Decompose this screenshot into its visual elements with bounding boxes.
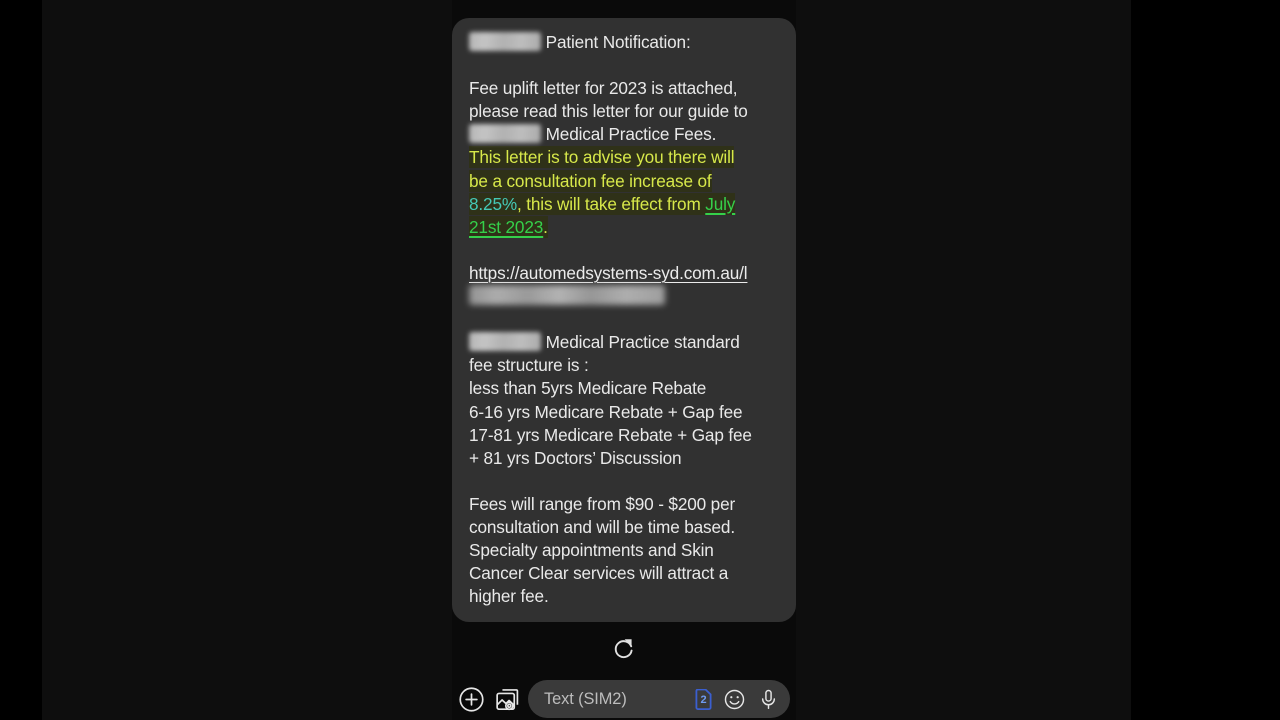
message-input-placeholder[interactable]: Text (SIM2) <box>544 690 685 709</box>
microphone-icon[interactable] <box>756 687 780 711</box>
fee-row: 17-81 yrs Medicare Rebate + Gap fee <box>469 424 752 445</box>
letterbox-bar-left <box>0 0 42 720</box>
emoji-smiley-icon[interactable] <box>722 687 746 711</box>
plus-circle-icon[interactable] <box>456 684 486 714</box>
phone-screen: Patient Notification: Fee uplift letter … <box>452 0 796 720</box>
header-text: Patient Notification: <box>545 32 691 52</box>
redacted-practice-name-block <box>469 124 541 144</box>
retry-row <box>452 636 796 660</box>
highlight-line1: This letter is to advise you there will <box>469 147 735 168</box>
highlighted-notice: This letter is to advise you there will <box>469 146 779 169</box>
fee-row: less than 5yrs Medicare Rebate <box>469 378 707 399</box>
message-input-pill[interactable]: Text (SIM2) 2 <box>528 680 790 718</box>
link-line-redacted <box>469 285 779 308</box>
para1-line3: Medical Practice Fees. <box>469 123 779 146</box>
refresh-retry-icon[interactable] <box>612 636 636 660</box>
highlight-period: . <box>543 216 548 237</box>
sim-card-icon[interactable]: 2 <box>695 688 712 710</box>
para3-line1: Fees will range from $90 - $200 per <box>469 493 736 514</box>
para3-line2: consultation and will be time based. <box>469 516 735 537</box>
fee-row: 6-16 yrs Medicare Rebate + Gap fee <box>469 401 743 422</box>
link-line[interactable]: https://automedsystems-syd.com.au/l <box>469 262 779 285</box>
image-camera-icon[interactable] <box>492 684 522 714</box>
composer-bar: Text (SIM2) 2 <box>452 678 796 720</box>
fee-row: + 81 yrs Doctors’ Discussion <box>469 447 682 468</box>
highlight-line3-mid: , this will take effect from <box>516 193 706 214</box>
para3-line4: Cancer Clear services will attract a <box>469 563 729 584</box>
redacted-practice-name-block <box>469 332 541 352</box>
para3-line3: Specialty appointments and Skin <box>469 540 714 561</box>
para1-line1: Fee uplift letter for 2023 is attached, <box>469 78 738 99</box>
fee-increase-percent: 8.25% <box>469 193 517 214</box>
letterbox-bar-right <box>1131 0 1280 720</box>
message-bubble[interactable]: Patient Notification: Fee uplift letter … <box>452 18 796 623</box>
fee-intro-line1: Medical Practice standard <box>469 331 779 354</box>
highlight-line2: be a consultation fee increase of <box>469 170 712 191</box>
para1-line2: please read this letter for our guide to <box>469 101 748 122</box>
effective-date-part1: July <box>705 193 736 214</box>
redacted-url-path-block <box>469 285 665 306</box>
bubble-header-line: Patient Notification: <box>469 31 779 54</box>
fee-intro-text: Medical Practice standard <box>545 332 740 353</box>
screenshot-stage: Patient Notification: Fee uplift letter … <box>0 0 1280 720</box>
effective-date-part2: 21st 2023 <box>469 216 544 237</box>
message-link[interactable]: https://automedsystems-syd.com.au/l <box>469 263 748 283</box>
para1-line3-text: Medical Practice Fees. <box>545 124 717 145</box>
redacted-practice-name-block <box>469 32 541 51</box>
para3-line5: higher fee. <box>469 586 549 607</box>
fee-intro-line2: fee structure is : <box>469 355 589 376</box>
sim-number-label: 2 <box>700 694 707 706</box>
